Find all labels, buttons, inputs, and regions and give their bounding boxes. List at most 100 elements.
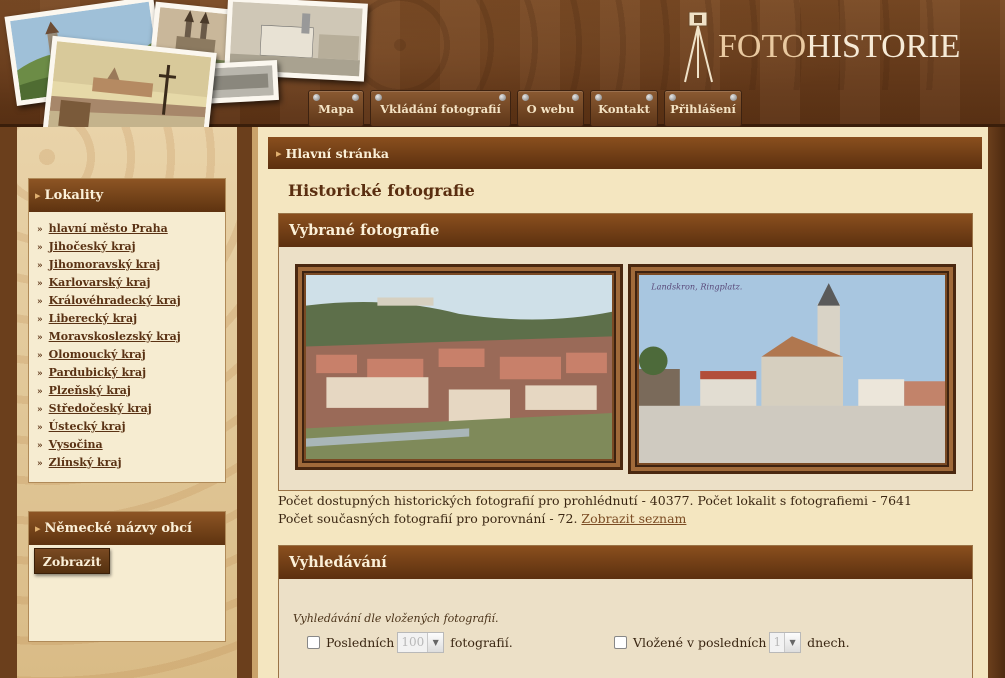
locality-item: » Pardubický kraj (37, 364, 225, 382)
locality-link[interactable]: Moravskoslezský kraj (49, 330, 181, 343)
logo-part-1: FOTO (718, 28, 807, 65)
double-arrow-icon: » (37, 333, 43, 343)
chevron-down-icon: ▼ (427, 633, 444, 652)
nav-tab-label: Vkládání fotografií (380, 101, 501, 116)
double-arrow-icon: » (37, 441, 43, 451)
nav-tab-vkladani[interactable]: Vkládání fotografií (370, 90, 511, 127)
breadcrumb-current: Hlavní stránka (285, 145, 389, 161)
localities-list: » hlavní město Praha » Jihočeský kraj » Jih… (29, 212, 225, 472)
nav-tab-kontakt[interactable]: Kontakt (590, 90, 658, 127)
locality-item: » Olomoucký kraj (37, 346, 225, 364)
double-arrow-icon: » (37, 351, 43, 361)
locality-link[interactable]: Pardubický kraj (49, 366, 147, 379)
double-arrow-icon: » (37, 387, 43, 397)
locality-link[interactable]: Zlínský kraj (49, 456, 122, 469)
bullet-icon: ▸ (35, 522, 41, 535)
stats-line-2: Počet současných fotografií pro porovnán… (278, 511, 686, 526)
featured-photos-header: Vybrané fotografie (279, 214, 972, 247)
double-arrow-icon: » (37, 315, 43, 325)
nav-tab-label: Přihlášení (670, 101, 736, 116)
main-content: ▸ Hlavní stránka Historické fotografie Vy… (252, 127, 988, 678)
locality-item: » Středočeský kraj (37, 400, 225, 418)
filter-last-photos: Posledních 100 ▼ fotografií. (307, 632, 513, 653)
double-arrow-icon: » (37, 225, 43, 235)
last-photos-checkbox[interactable] (307, 636, 320, 649)
german-names-title: Německé názvy obcí (44, 521, 192, 536)
page-title: Historické fotografie (288, 181, 475, 200)
inserted-days-select[interactable]: 1 ▼ (769, 632, 802, 653)
stats-line-2-text: Počet současných fotografií pro porovnán… (278, 511, 578, 526)
inserted-days-label: Vložené v posledních (633, 635, 767, 650)
locality-link[interactable]: Ústecký kraj (49, 420, 126, 433)
locality-item: » Královéhradecký kraj (37, 292, 225, 310)
double-arrow-icon: » (37, 261, 43, 271)
locality-link[interactable]: Vysočina (49, 438, 103, 451)
locality-item: » Moravskoslezský kraj (37, 328, 225, 346)
featured-photos-title: Vybrané fotografie (289, 222, 440, 239)
last-photos-suffix: fotografií. (450, 635, 513, 650)
photo-caption: Landskron, Ringplatz. (650, 281, 742, 291)
show-list-link[interactable]: Zobrazit seznam (581, 511, 686, 526)
locality-item: » Vysočina (37, 436, 225, 454)
locality-link[interactable]: Jihomoravský kraj (49, 258, 161, 271)
localities-box: ▸ Lokality » hlavní město Praha » Jihočeský… (28, 178, 226, 483)
search-title: Vyhledávání (289, 554, 387, 571)
search-hint: Vyhledávání dle vložených fotografií. (293, 612, 499, 625)
chevron-down-icon: ▼ (784, 633, 801, 652)
show-german-names-button[interactable]: Zobrazit (34, 548, 110, 574)
last-photos-value: 100 (401, 635, 425, 649)
featured-photos-panel: Vybrané fotografie Landskron, Ringplatz. (278, 213, 973, 491)
bullet-icon: ▸ (35, 189, 41, 202)
nav-tab-o-webu[interactable]: O webu (517, 90, 584, 127)
locality-link[interactable]: Královéhradecký kraj (49, 294, 181, 307)
last-photos-select[interactable]: 100 ▼ (397, 632, 445, 653)
german-names-box: ▸ Německé názvy obcí Zobrazit (28, 511, 226, 642)
locality-item: » Jihomoravský kraj (37, 256, 225, 274)
locality-item: » Liberecký kraj (37, 310, 225, 328)
double-arrow-icon: » (37, 297, 43, 307)
featured-photo-2[interactable]: Landskron, Ringplatz. (628, 264, 956, 474)
locality-link[interactable]: Jihočeský kraj (49, 240, 136, 253)
locality-item: » hlavní město Praha (37, 220, 225, 238)
search-panel: Vyhledávání Vyhledávání dle vložených fo… (278, 545, 973, 678)
locality-item: » Karlovarský kraj (37, 274, 225, 292)
featured-photo-1[interactable] (295, 264, 623, 470)
locality-link[interactable]: hlavní město Praha (49, 222, 168, 235)
double-arrow-icon: » (37, 423, 43, 433)
locality-link[interactable]: Liberecký kraj (49, 312, 137, 325)
double-arrow-icon: » (37, 459, 43, 469)
search-header: Vyhledávání (279, 546, 972, 579)
inserted-days-checkbox[interactable] (614, 636, 627, 649)
logo-wordmark: FOTOHISTORIE (718, 28, 960, 66)
locality-item: » Jihočeský kraj (37, 238, 225, 256)
nav-tab-label: Kontakt (598, 101, 650, 116)
nav-tab-mapa[interactable]: Mapa (308, 90, 364, 127)
nav-tab-label: O webu (526, 101, 575, 116)
locality-link[interactable]: Olomoucký kraj (49, 348, 146, 361)
double-arrow-icon: » (37, 279, 43, 289)
last-photos-label: Posledních (326, 635, 395, 650)
nav-tab-prihlaseni[interactable]: Přihlášení (664, 90, 742, 127)
locality-link[interactable]: Plzeňský kraj (49, 384, 131, 397)
locality-item: » Zlínský kraj (37, 454, 225, 472)
breadcrumb: ▸ Hlavní stránka (268, 137, 982, 169)
logo[interactable]: FOTOHISTORIE (682, 12, 982, 92)
double-arrow-icon: » (37, 405, 43, 415)
locality-link[interactable]: Středočeský kraj (49, 402, 152, 415)
german-names-header: ▸ Německé názvy obcí (29, 512, 225, 545)
logo-part-2: HISTORIE (806, 28, 961, 65)
right-border (988, 127, 1005, 678)
sidebar: ▸ Lokality » hlavní město Praha » Jihočeský… (17, 127, 237, 678)
stats-line-1: Počet dostupných historických fotografií… (278, 493, 912, 508)
inserted-days-value: 1 (773, 635, 782, 649)
locality-link[interactable]: Karlovarský kraj (49, 276, 151, 289)
locality-item: » Plzeňský kraj (37, 382, 225, 400)
nav-tab-label: Mapa (318, 101, 354, 116)
double-arrow-icon: » (37, 243, 43, 253)
filter-inserted-days: Vložené v posledních 1 ▼ dnech. (614, 632, 850, 653)
camera-tripod-icon (684, 12, 713, 83)
inserted-days-suffix: dnech. (807, 635, 850, 650)
town-square-image: Landskron, Ringplatz. (639, 275, 945, 463)
header: FOTOHISTORIE Mapa Vkládání fotografií O … (0, 0, 1005, 171)
locality-item: » Ústecký kraj (37, 418, 225, 436)
